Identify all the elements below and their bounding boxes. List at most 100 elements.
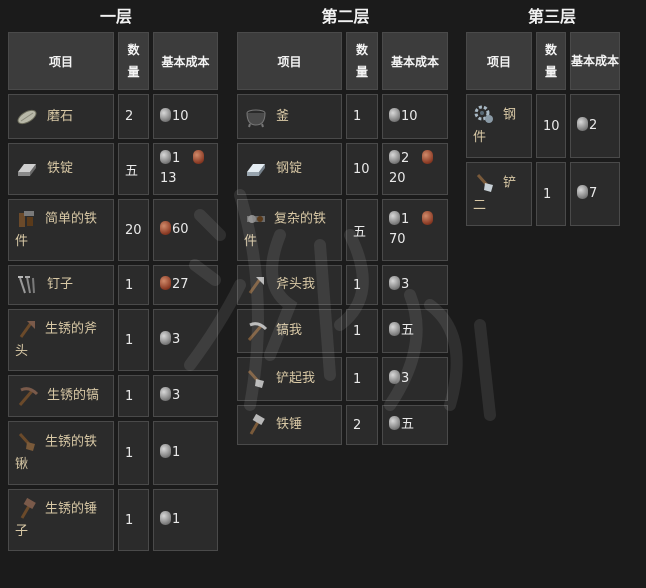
qty-cell: 20	[118, 199, 149, 261]
cost-cell: 3	[153, 375, 218, 417]
item-name: 铲起我	[276, 371, 316, 386]
iron-coin-icon	[160, 387, 171, 401]
cost-value: 60	[172, 222, 189, 237]
table-row: 复杂的铁件 五 1 70	[237, 199, 448, 261]
header-qty: 数量	[346, 32, 378, 90]
item-cell: 钉子	[8, 265, 114, 305]
iron-coin-icon	[389, 276, 400, 290]
table-header-row: 项目 数量 基本成本	[466, 32, 620, 90]
cost-value: 10	[172, 108, 189, 124]
cost-value: 五	[401, 417, 415, 432]
table-row: 磨石 2 10	[8, 94, 218, 139]
table-row: 铁锭 五 1 13	[8, 143, 218, 195]
cost-cell: 27	[153, 265, 218, 305]
iron-coin-icon	[160, 511, 171, 525]
recipe-table: 项目 数量 基本成本 钢件 10 2 铲二 1 7	[462, 28, 624, 230]
cost-cell: 7	[570, 162, 620, 226]
qty-cell: 1	[346, 265, 378, 305]
copper-coin-icon	[421, 150, 433, 164]
cost-cell: 2 20	[382, 143, 448, 195]
item-cell: 铲二	[466, 162, 532, 226]
table-row: 生锈的镐 1 3	[8, 375, 218, 417]
table-row: 铁锤 2 五	[237, 405, 448, 445]
qty-cell: 1	[118, 489, 149, 551]
cost-cell: 1 13	[153, 143, 218, 195]
cost-value: 10	[401, 108, 418, 124]
table-row: 生锈的锤子 1 1	[8, 489, 218, 551]
steel-parts-icon	[474, 105, 493, 123]
item-cell: 生锈的铁锹	[8, 421, 114, 485]
item-name: 铁锭	[47, 161, 74, 176]
rusty-pickaxe-icon	[18, 387, 39, 406]
table-header-row: 项目 数量 基本成本	[237, 32, 448, 90]
tier-1-panel: 一层 项目 数量 基本成本 磨石 2 10 铁锭 五 1 13 简单的铁件 20	[8, 0, 224, 555]
qty-cell: 1	[118, 309, 149, 371]
shovel-ii-icon	[476, 173, 493, 192]
item-name: 钉子	[47, 277, 74, 292]
qty-cell: 10	[536, 94, 566, 158]
cost-value: 2	[401, 151, 410, 166]
iron-coin-icon	[389, 107, 400, 122]
cost-cell: 1 70	[382, 199, 448, 261]
iron-coin-icon	[389, 370, 400, 384]
table-row: 生锈的铁锹 1 1	[8, 421, 218, 485]
copper-coin-icon	[421, 211, 433, 225]
cauldron-icon	[246, 109, 266, 127]
qty-cell: 1	[346, 357, 378, 401]
cost-cell: 2	[570, 94, 620, 158]
copper-coin-icon	[192, 150, 204, 164]
table-header-row: 项目 数量 基本成本	[8, 32, 218, 90]
iron-coin-icon	[389, 416, 400, 430]
cost-value: 7	[589, 186, 598, 201]
pickaxe-icon	[247, 322, 268, 341]
table-row: 镐我 1 五	[237, 309, 448, 353]
header-cost: 基本成本	[382, 32, 448, 90]
item-cell: 磨石	[8, 94, 114, 139]
iron-coin-icon	[160, 150, 171, 164]
header-item: 项目	[466, 32, 532, 90]
cost-value: 1	[172, 445, 181, 460]
qty-cell: 五	[346, 199, 378, 261]
item-name: 釜	[276, 108, 290, 124]
item-cell: 钢锭	[237, 143, 342, 195]
iron-hammer-icon	[249, 413, 265, 435]
header-item: 项目	[237, 32, 342, 90]
qty-cell: 1	[346, 94, 378, 139]
copper-coin-icon	[160, 221, 171, 235]
item-cell: 钢件	[466, 94, 532, 158]
cost-value: 27	[172, 277, 189, 292]
item-cell: 镐我	[237, 309, 342, 353]
rusty-axe-icon	[19, 321, 35, 338]
cost-value: 1	[172, 512, 181, 527]
copper-coin-icon	[160, 276, 171, 290]
qty-cell: 1	[118, 375, 149, 417]
qty-cell: 1	[346, 309, 378, 353]
whetstone-icon	[17, 109, 37, 124]
header-cost: 基本成本	[570, 32, 620, 90]
item-cell: 铁锤	[237, 405, 342, 445]
tier-3-panel: 第三层 项目 数量 基本成本 钢件 10 2 铲二 1 7	[466, 0, 638, 230]
iron-coin-icon	[389, 322, 400, 336]
cost-cell: 3	[153, 309, 218, 371]
cost-value: 70	[389, 232, 406, 247]
item-name: 镐我	[276, 323, 303, 338]
shovel-icon	[247, 369, 264, 388]
table-row: 钢锭 10 2 20	[237, 143, 448, 195]
item-cell: 生锈的锤子	[8, 489, 114, 551]
cost-value: 3	[172, 388, 181, 403]
iron-coin-icon	[577, 185, 588, 199]
qty-cell: 2	[118, 94, 149, 139]
header-qty: 数量	[536, 32, 566, 90]
recipe-table: 项目 数量 基本成本 釜 1 10 钢锭 10 2 20 复杂的铁件 五 1 7…	[233, 28, 452, 449]
item-cell: 釜	[237, 94, 342, 139]
item-name: 钢锭	[276, 161, 303, 176]
cost-value: 3	[401, 277, 410, 292]
table-row: 钉子 1 27	[8, 265, 218, 305]
cost-cell: 10	[382, 94, 448, 139]
header-cost: 基本成本	[153, 32, 218, 90]
cost-value: 1	[401, 212, 410, 227]
item-name: 斧头我	[276, 277, 316, 292]
cost-value: 13	[160, 171, 177, 186]
table-row: 斧头我 1 3	[237, 265, 448, 305]
iron-coin-icon	[160, 107, 171, 122]
